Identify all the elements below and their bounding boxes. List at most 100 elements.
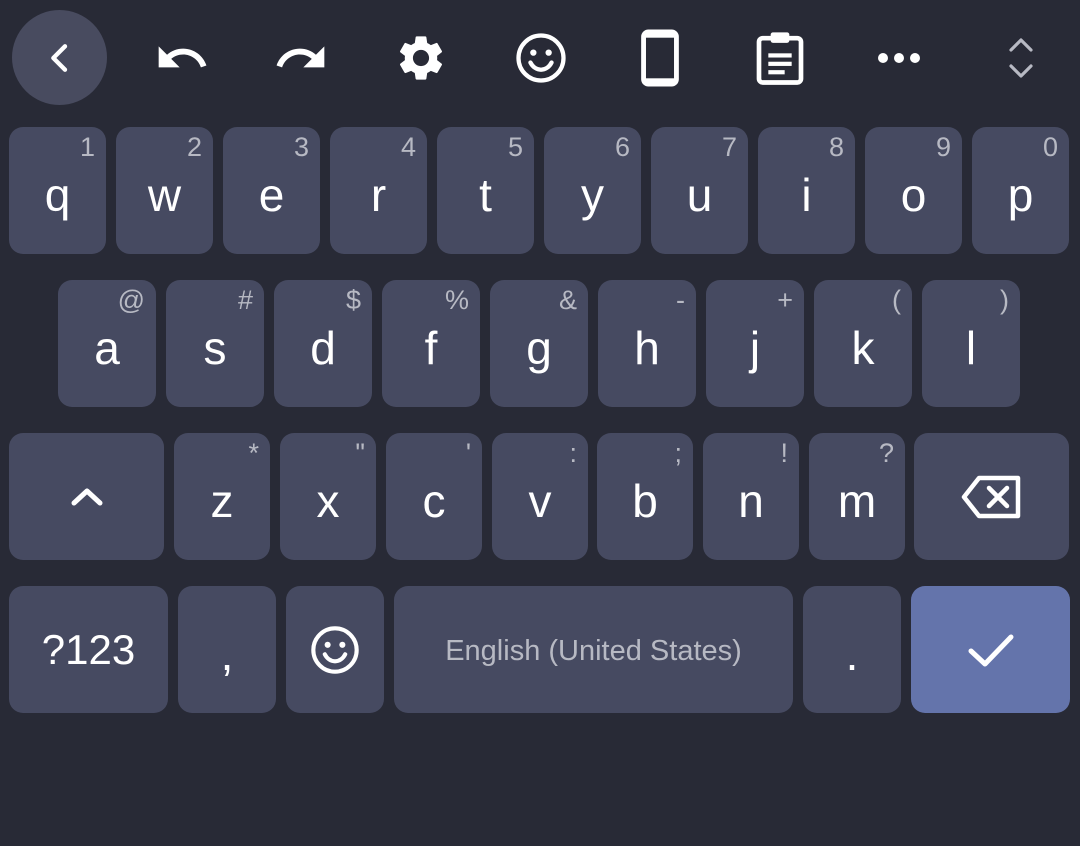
key-n[interactable]: ! n <box>703 433 799 560</box>
key-hint: 1 <box>79 132 95 162</box>
space-key[interactable]: English (United States) <box>394 586 793 713</box>
key-c[interactable]: ' c <box>386 433 482 560</box>
expand-vertical-icon <box>1006 34 1036 82</box>
key-hint: 7 <box>721 132 737 162</box>
key-hint: 3 <box>293 132 309 162</box>
key-hint: ( <box>892 285 901 315</box>
one-handed-button[interactable] <box>612 10 707 105</box>
key-hint: 8 <box>828 132 844 162</box>
key-z[interactable]: * z <box>174 433 270 560</box>
more-button[interactable] <box>851 10 946 105</box>
key-label: u <box>686 168 713 221</box>
more-horizontal-icon <box>877 51 921 65</box>
undo-button[interactable] <box>134 10 229 105</box>
key-label: s <box>203 321 227 374</box>
key-label: m <box>837 474 877 527</box>
emoji-key[interactable] <box>286 586 384 713</box>
key-l[interactable]: ) l <box>922 280 1020 407</box>
key-x[interactable]: " x <box>280 433 376 560</box>
key-label: o <box>900 168 927 221</box>
key-e[interactable]: 3e <box>223 127 320 254</box>
key-label: q <box>44 168 71 221</box>
chevron-left-icon <box>40 38 80 78</box>
key-hint: ' <box>465 438 471 468</box>
key-hint: : <box>569 438 577 468</box>
key-q[interactable]: 1q <box>9 127 106 254</box>
checkmark-icon <box>966 630 1016 670</box>
redo-icon <box>273 30 329 86</box>
key-label: f <box>424 321 438 374</box>
key-hint: ! <box>780 438 788 468</box>
symbols-key[interactable]: ?123 <box>9 586 168 713</box>
key-label: w <box>147 168 182 221</box>
key-hint: + <box>777 285 793 315</box>
key-u[interactable]: 7u <box>651 127 748 254</box>
key-hint: # <box>237 285 253 315</box>
key-d[interactable]: $ d <box>274 280 372 407</box>
key-t[interactable]: 5t <box>437 127 534 254</box>
shift-key[interactable] <box>9 433 164 560</box>
key-label: a <box>94 321 120 374</box>
gear-icon <box>394 31 448 85</box>
key-v[interactable]: :v <box>492 433 588 560</box>
key-k[interactable]: (k <box>814 280 912 407</box>
comma-key-label: , <box>220 627 234 680</box>
key-label: l <box>965 321 977 374</box>
key-hint: - <box>676 285 685 315</box>
symbols-key-label: ?123 <box>41 625 136 673</box>
backspace-icon <box>961 474 1023 520</box>
key-label: v <box>528 474 552 527</box>
shift-arrow-icon <box>69 485 105 509</box>
key-hint: 5 <box>507 132 523 162</box>
key-y[interactable]: 6y <box>544 127 641 254</box>
key-hint: 2 <box>186 132 202 162</box>
enter-key[interactable] <box>911 586 1070 713</box>
key-m[interactable]: ? m <box>809 433 905 560</box>
settings-button[interactable] <box>373 10 468 105</box>
space-key-label: English (United States) <box>445 635 742 667</box>
redo-button[interactable] <box>253 10 348 105</box>
key-o[interactable]: 9o <box>865 127 962 254</box>
key-b[interactable]: ; b <box>597 433 693 560</box>
key-w[interactable]: 2w <box>116 127 213 254</box>
undo-icon <box>154 30 210 86</box>
clipboard-icon <box>754 30 806 86</box>
key-a[interactable]: @ a <box>58 280 156 407</box>
key-label: k <box>851 321 875 374</box>
key-i[interactable]: 8i <box>758 127 855 254</box>
emoji-toolbar-button[interactable] <box>493 10 588 105</box>
key-hint: 6 <box>614 132 630 162</box>
key-label: t <box>479 168 492 221</box>
back-button[interactable] <box>12 10 107 105</box>
key-hint: ) <box>1000 285 1009 315</box>
key-hint: 9 <box>935 132 951 162</box>
key-label: c <box>422 474 446 527</box>
key-h[interactable]: -h <box>598 280 696 407</box>
key-hint: @ <box>117 285 145 315</box>
key-hint: 4 <box>400 132 416 162</box>
key-j[interactable]: + j <box>706 280 804 407</box>
key-label: b <box>632 474 658 527</box>
period-key[interactable]: . <box>803 586 901 713</box>
key-hint: 0 <box>1042 132 1058 162</box>
key-label: x <box>316 474 340 527</box>
smiley-icon <box>514 31 568 85</box>
key-label: p <box>1007 168 1034 221</box>
key-p[interactable]: 0p <box>972 127 1069 254</box>
key-hint: * <box>248 438 259 468</box>
smiley-icon <box>309 624 361 676</box>
clipboard-button[interactable] <box>732 10 827 105</box>
period-key-label: . <box>845 627 859 680</box>
key-hint: % <box>444 285 469 315</box>
key-r[interactable]: 4r <box>330 127 427 254</box>
key-g[interactable]: & g <box>490 280 588 407</box>
key-label: z <box>210 474 234 527</box>
backspace-key[interactable] <box>914 433 1069 560</box>
key-label: d <box>310 321 336 374</box>
key-label: e <box>258 168 285 221</box>
comma-key[interactable]: , <box>178 586 276 713</box>
resize-button[interactable] <box>973 10 1068 105</box>
key-f[interactable]: % f <box>382 280 480 407</box>
key-s[interactable]: # s <box>166 280 264 407</box>
key-label: y <box>581 168 604 221</box>
